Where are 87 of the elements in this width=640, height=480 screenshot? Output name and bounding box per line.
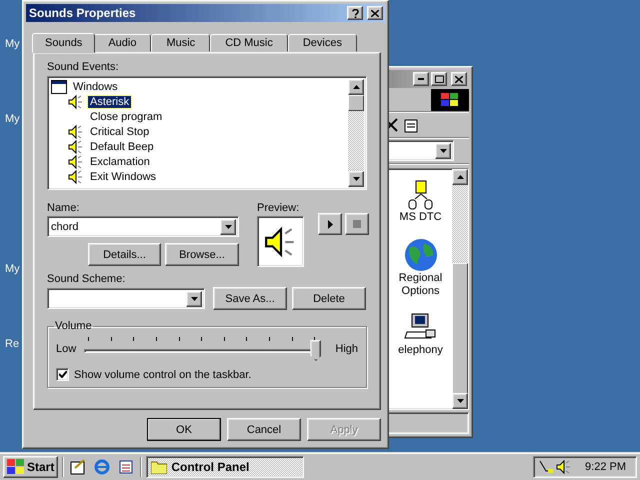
button[interactable]: Delete [292,287,366,310]
dropdown-button[interactable] [435,142,451,158]
speaker-icon [68,138,84,154]
maximize-button[interactable] [431,72,447,86]
play-button[interactable] [318,213,342,235]
field-label: Name: [47,202,80,216]
taskbar-button[interactable]: Control Panel [146,456,304,478]
group-label: Volume [54,320,93,332]
field-value: chord [51,220,80,232]
tab[interactable]: Audio [93,34,152,52]
globe-icon [404,238,438,272]
windows-logo-icon [7,459,25,474]
list-item[interactable]: Asterisk [88,96,132,108]
checkbox-label: Show volume control on the taskbar. [74,368,252,380]
up-arrow-icon [456,175,464,179]
field-label: Sound Events: [47,61,120,75]
window-icon [51,80,67,94]
tab[interactable]: CD Music [210,34,288,52]
button[interactable]: Save As... [213,287,287,310]
properties-icon[interactable] [404,116,420,132]
down-arrow-icon [456,399,464,403]
tab[interactable]: Devices [288,34,357,52]
checkbox[interactable] [56,368,69,381]
item-label: MS DTC [399,211,442,224]
scrollbar[interactable] [452,169,468,409]
maximize-icon [434,75,444,83]
speaker-icon [68,168,84,184]
control-panel-item[interactable]: MS DTC [399,179,442,224]
dialog-title: Sounds Properties [29,6,137,20]
down-arrow-icon [352,177,360,181]
name-dropdown[interactable]: chord [47,216,239,237]
speaker-icon [68,154,84,170]
start-button[interactable]: Start [3,456,58,478]
tab[interactable]: Sounds [32,33,96,53]
down-arrow-icon [224,224,232,228]
close-icon [455,76,463,82]
up-arrow-icon [352,85,360,89]
button[interactable]: Details... [88,243,161,266]
desktop-icon-label[interactable]: My [5,113,20,125]
close-button[interactable] [367,6,383,20]
button[interactable]: Browse... [165,243,239,266]
sound-events-list[interactable]: Windows Asterisk Close program Critical Stop Default Beep Exclamation Exit Windows [47,76,367,190]
help-button[interactable] [347,6,363,20]
windows-logo-icon [431,88,469,110]
dropdown-button[interactable] [220,218,236,234]
list-item[interactable]: Close program [88,110,164,122]
down-arrow-icon [190,296,198,300]
desktop-icon-label[interactable]: Re [5,338,20,350]
list-item[interactable]: Exit Windows [88,170,158,182]
scroll-thumb[interactable] [348,95,364,111]
field-label: Sound Scheme: [47,273,126,287]
button[interactable]: Cancel [227,418,301,441]
speaker-icon [68,94,84,110]
scrollbar[interactable] [348,79,364,187]
list-item[interactable]: Default Beep [88,140,156,152]
clock: 9:22 PM [585,460,627,472]
control-panel-item[interactable]: Regional Options [389,238,452,298]
item-label: Regional Options [398,272,444,298]
folder-icon [151,460,168,474]
slider-label: High [335,343,358,355]
stop-icon [353,220,361,228]
list-item[interactable]: Exclamation [88,156,152,168]
field-label: Preview: [257,202,300,216]
volume-slider[interactable] [82,337,322,361]
item-label: elephony [398,344,443,357]
button[interactable]: OK [147,418,221,441]
desktop-icon-label[interactable]: My [5,38,20,50]
list-item[interactable]: Windows [71,80,120,92]
speaker-icon [68,124,84,140]
dropdown-button[interactable] [186,290,202,306]
slider-thumb[interactable] [310,340,322,361]
close-button[interactable] [451,72,467,86]
slider-label: Low [56,343,76,355]
list-item[interactable]: Critical Stop [88,126,152,138]
help-icon [352,8,358,18]
desktop-icon-label[interactable]: My [5,263,20,275]
play-icon [328,220,332,228]
speaker-icon [556,458,572,474]
minimize-button[interactable] [413,72,429,86]
sound-scheme-dropdown[interactable] [47,288,205,309]
down-arrow-icon [440,148,446,152]
scroll-thumb[interactable] [452,263,468,393]
tab[interactable]: Music [151,34,210,52]
control-panel-item[interactable]: elephony [398,312,443,357]
stop-button[interactable] [345,213,369,235]
minimize-icon [418,78,424,80]
close-icon [371,10,379,16]
